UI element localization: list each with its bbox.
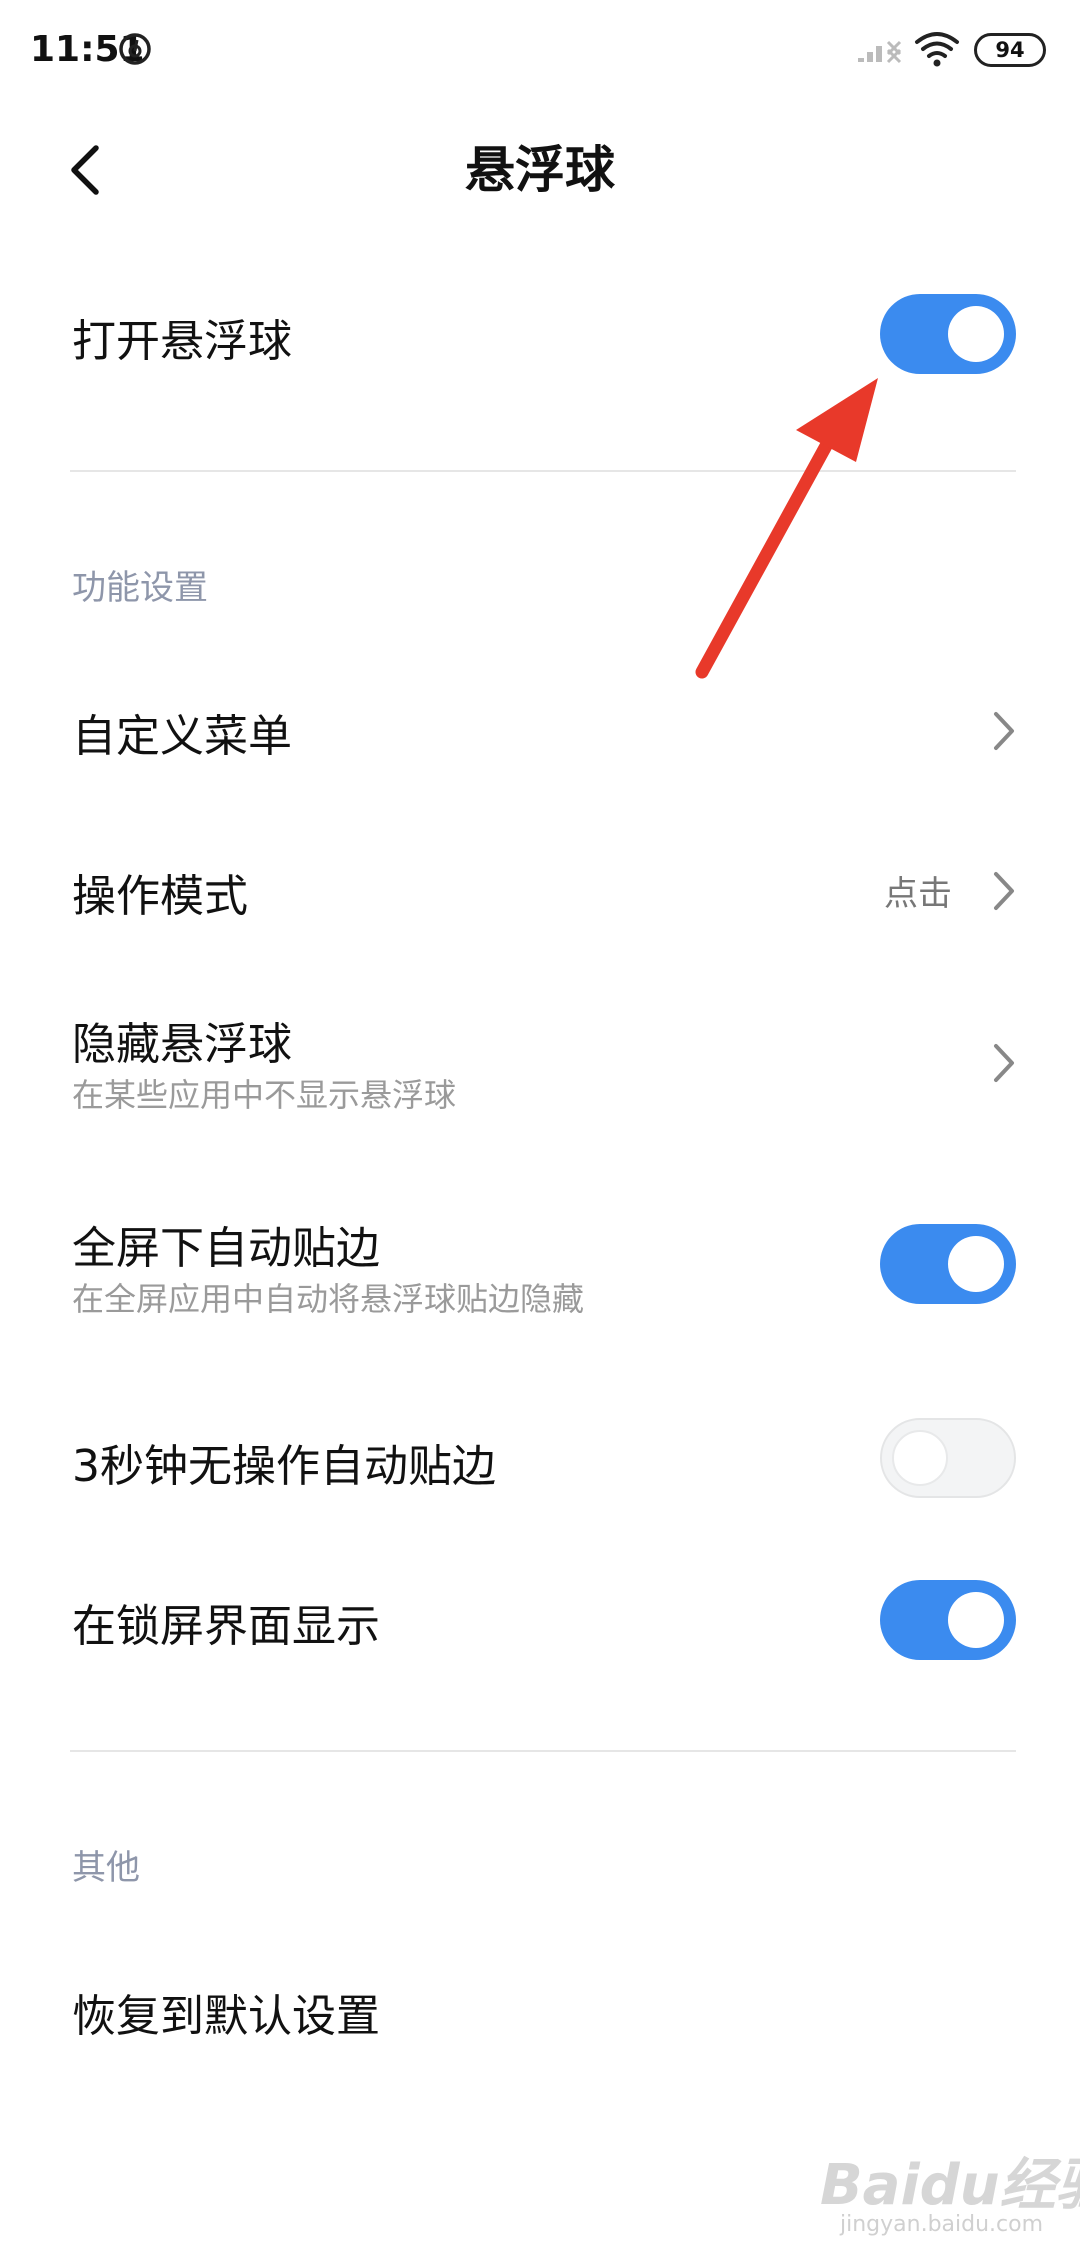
toggle-knob [948,1592,1004,1648]
main-toggle-label: 打开悬浮球 [72,316,292,367]
baidu-watermark: Baidu经验 jingyan.baidu.com [820,2120,1080,2240]
divider [70,470,1016,472]
chevron-left-icon [71,145,99,195]
section-header-function: 功能设置 [72,568,208,608]
watermark-url: jingyan.baidu.com [840,2212,1044,2237]
operation-mode-value: 点击 [884,874,952,914]
list-item-label: 在锁屏界面显示 [72,1601,380,1652]
list-item-lockscreen[interactable]: 在锁屏界面显示 [0,1560,1080,1680]
list-item-idle-edge[interactable]: 3秒钟无操作自动贴边 [0,1400,1080,1520]
red-arrow-annotation [695,378,878,679]
lockscreen-toggle[interactable] [880,1580,1016,1660]
header: 悬浮球 [0,120,1080,220]
toggle-knob [948,306,1004,362]
list-item-sublabel: 在全屏应用中自动将悬浮球贴边隐藏 [72,1280,585,1318]
back-button[interactable] [60,142,116,198]
signal-off-icon [858,40,902,64]
list-item-label: 全屏下自动贴边 [72,1223,380,1274]
list-item-fullscreen-edge[interactable]: 全屏下自动贴边 在全屏应用中自动将悬浮球贴边隐藏 [0,1200,1080,1350]
list-item-custom-menu[interactable]: 自定义菜单 [0,670,1080,790]
divider [70,1750,1016,1752]
list-item-hide-ball[interactable]: 隐藏悬浮球 在某些应用中不显示悬浮球 [0,990,1080,1140]
status-bar: 11:51 94 [0,0,1080,100]
list-item-label: 操作模式 [72,871,248,922]
main-toggle-switch[interactable] [880,294,1016,374]
list-item-operation-mode[interactable]: 操作模式 点击 [0,830,1080,950]
chevron-right-icon [994,872,1014,910]
wifi-icon [915,32,959,67]
list-item-restore-defaults[interactable]: 恢复到默认设置 [0,1950,1080,2070]
list-item-label: 自定义菜单 [72,711,292,762]
toggle-knob [948,1236,1004,1292]
section-header-other: 其他 [72,1848,140,1888]
list-item-label: 隐藏悬浮球 [72,1019,292,1070]
chevron-right-icon [994,712,1014,750]
battery-icon: 94 [974,33,1046,67]
chevron-right-icon [994,1044,1014,1082]
idle-edge-toggle[interactable] [880,1418,1016,1498]
watermark-logo: Baidu经验 [820,2153,1080,2218]
list-item-label: 3秒钟无操作自动贴边 [72,1441,496,1492]
netease-music-icon [119,33,151,65]
list-item-sublabel: 在某些应用中不显示悬浮球 [72,1076,457,1114]
list-item-label: 恢复到默认设置 [72,1991,380,2042]
fullscreen-edge-toggle[interactable] [880,1224,1016,1304]
toggle-knob [892,1430,948,1486]
page-title: 悬浮球 [465,141,615,199]
main-toggle-row[interactable]: 打开悬浮球 [0,270,1080,400]
